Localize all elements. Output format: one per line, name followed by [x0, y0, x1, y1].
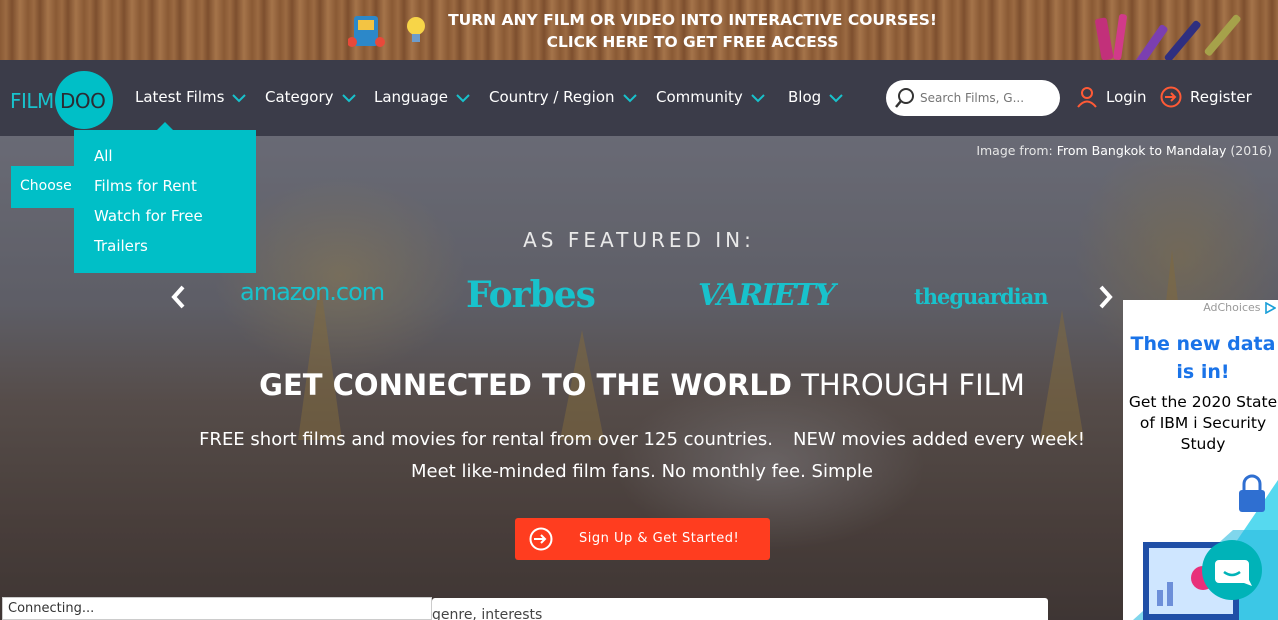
chat-bubble-icon	[1215, 560, 1252, 586]
subtitle-part-a: FREE short films and movies for rental f…	[199, 429, 773, 450]
nav-label: Latest Films	[135, 88, 225, 106]
main-navbar: FILM DOO Latest Films Category Language …	[0, 60, 1278, 136]
chat-button[interactable]	[1202, 540, 1262, 600]
dropdown-item-all[interactable]: All	[74, 146, 256, 176]
chevron-down-icon	[341, 89, 356, 107]
promo-line-1: TURN ANY FILM OR VIDEO INTO INTERACTIVE …	[448, 11, 937, 29]
logo-film-text: FILM	[10, 89, 54, 113]
search-input[interactable]	[920, 88, 1050, 108]
press-logo-amazon[interactable]: amazon.com	[240, 278, 385, 306]
nav-language[interactable]: Language	[374, 88, 470, 107]
press-logo-variety[interactable]: VARIETY	[698, 278, 836, 313]
login-label: Login	[1106, 88, 1147, 106]
adchoices-link[interactable]: AdChoices	[1203, 301, 1277, 315]
promo-illustration-left	[347, 12, 428, 56]
credit-prefix: Image from:	[976, 143, 1053, 158]
nav-latest-films[interactable]: Latest Films	[135, 88, 247, 107]
hero-headline: GET CONNECTED TO THE WORLD THROUGH FILM	[0, 368, 1278, 402]
promo-banner[interactable]: TURN ANY FILM OR VIDEO INTO INTERACTIVE …	[0, 0, 1278, 66]
sign-in-arrow-icon	[1160, 86, 1182, 108]
headline-light: THROUGH FILM	[801, 368, 1025, 402]
nav-label: Language	[374, 88, 449, 106]
carousel-next-arrow[interactable]	[1098, 284, 1114, 317]
chevron-down-icon	[232, 89, 247, 107]
promo-text[interactable]: TURN ANY FILM OR VIDEO INTO INTERACTIVE …	[420, 9, 965, 53]
nav-label: Community	[656, 88, 743, 106]
chevron-right-icon	[1099, 285, 1113, 309]
image-credit: Image from: From Bangkok to Mandalay (20…	[976, 143, 1272, 158]
adchoices-label: AdChoices	[1203, 301, 1261, 314]
nav-label: Blog	[788, 88, 822, 106]
dropdown-caret	[157, 122, 173, 130]
nav-country-region[interactable]: Country / Region	[489, 88, 637, 107]
register-link[interactable]: Register	[1160, 86, 1252, 108]
credit-year: (2016)	[1230, 143, 1272, 158]
press-logo-guardian[interactable]: theguardian	[914, 284, 1048, 309]
register-label: Register	[1190, 88, 1252, 106]
press-logo-forbes[interactable]: Forbes	[466, 274, 596, 316]
nav-blog[interactable]: Blog	[788, 88, 843, 107]
sign-in-arrow-icon	[529, 527, 553, 555]
adchoices-icon	[1265, 301, 1277, 315]
filmdoo-logo[interactable]: FILM DOO	[10, 71, 116, 129]
nav-category[interactable]: Category	[265, 88, 356, 107]
headline-bold: GET CONNECTED TO THE WORLD	[259, 368, 792, 402]
ad-title: The new data is in!	[1130, 333, 1276, 383]
signup-button[interactable]: Sign Up & Get Started!	[515, 518, 770, 560]
signup-label: Sign Up & Get Started!	[579, 531, 740, 546]
logo-doo-text: DOO	[60, 89, 106, 113]
credit-film-title[interactable]: From Bangkok to Mandalay	[1057, 143, 1227, 158]
dropdown-item-films-for-rent[interactable]: Films for Rent	[74, 176, 256, 206]
dropdown-item-trailers[interactable]: Trailers	[74, 236, 256, 266]
latest-films-dropdown: All Films for Rent Watch for Free Traile…	[74, 130, 256, 273]
ad-body: Get the 2020 State of IBM i Security Stu…	[1128, 393, 1278, 453]
hero-subtitle-1: FREE short films and movies for rental f…	[0, 429, 1278, 450]
genre-interests-bar[interactable]: genre, interests	[432, 598, 1048, 620]
promo-illustration-right	[1088, 8, 1258, 66]
chevron-down-icon	[829, 89, 843, 107]
subtitle-part-b: NEW movies added every week!	[793, 429, 1085, 450]
hero-subtitle-2: Meet like-minded film fans. No monthly f…	[411, 461, 873, 482]
dropdown-item-watch-for-free[interactable]: Watch for Free	[74, 206, 256, 236]
choose-button[interactable]: Choose	[11, 166, 81, 208]
search-box[interactable]	[886, 80, 1060, 116]
login-link[interactable]: Login	[1076, 86, 1146, 108]
chevron-left-icon	[171, 285, 185, 309]
nav-label: Category	[265, 88, 334, 106]
browser-status-bar: Connecting...	[2, 597, 432, 620]
search-icon[interactable]	[894, 87, 916, 113]
genre-bar-text: genre, interests	[432, 607, 543, 620]
chevron-down-icon	[751, 89, 765, 107]
chevron-down-icon	[622, 89, 637, 107]
nav-label: Country / Region	[489, 88, 615, 106]
user-icon	[1077, 87, 1097, 108]
promo-line-2: CLICK HERE TO GET FREE ACCESS	[546, 33, 839, 51]
chevron-down-icon	[456, 89, 470, 107]
nav-community[interactable]: Community	[656, 88, 765, 107]
carousel-prev-arrow[interactable]	[170, 284, 186, 317]
